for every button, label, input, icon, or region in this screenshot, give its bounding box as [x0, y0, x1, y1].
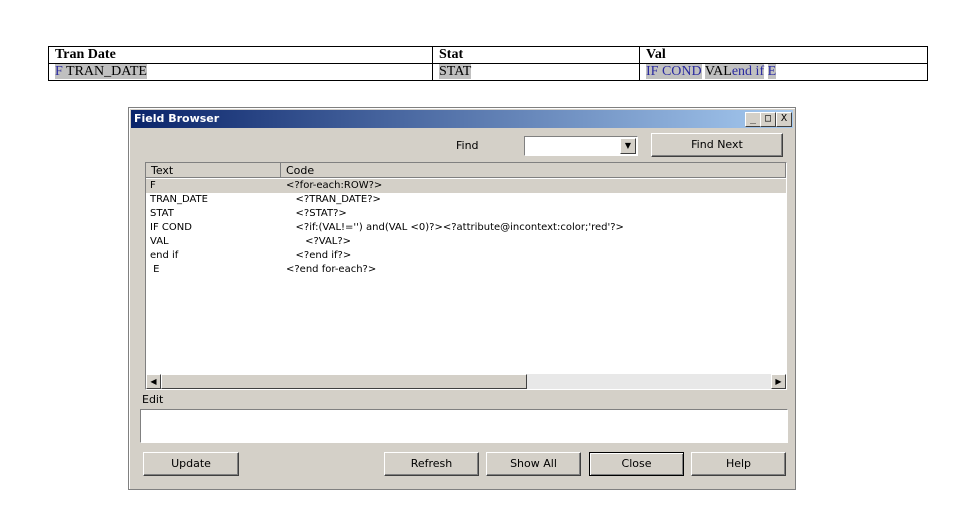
update-button[interactable]: Update — [143, 452, 239, 476]
dialog-title: Field Browser — [134, 112, 220, 125]
close-window-button[interactable]: X — [776, 112, 792, 127]
find-next-button[interactable]: Find Next — [651, 133, 783, 157]
chevron-down-icon[interactable]: ▼ — [620, 138, 636, 154]
list-item[interactable]: STAT <?STAT?> — [146, 207, 786, 221]
column-header-text[interactable]: Text — [146, 163, 281, 178]
scroll-right-icon[interactable]: ▶ — [771, 374, 786, 389]
field-browser-dialog: Field Browser _ □ X Find ▼ Find Next Tex… — [128, 107, 796, 490]
list-item[interactable]: E <?end for-each?> — [146, 263, 786, 277]
list-item[interactable]: F <?for-each:ROW?> — [146, 179, 786, 193]
list-item[interactable]: TRAN_DATE <?TRAN_DATE?> — [146, 193, 786, 207]
table-row: F TRAN_DATE STAT IF COND VALend if E — [48, 63, 928, 81]
list-item[interactable]: end if <?end if?> — [146, 249, 786, 263]
end-if-field[interactable]: end if — [731, 64, 765, 79]
row-code: <?STAT?> — [286, 208, 347, 219]
val-field[interactable]: VAL — [704, 64, 732, 79]
show-all-button[interactable]: Show All — [486, 452, 581, 476]
header-stat[interactable]: Stat — [432, 46, 640, 64]
row-code: <?end for-each?> — [286, 264, 377, 275]
stat-field[interactable]: STAT — [439, 64, 472, 79]
field-list[interactable]: Text Code F <?for-each:ROW?> TRAN_DATE <… — [145, 162, 787, 390]
horizontal-scrollbar[interactable]: ◀ ▶ — [146, 374, 786, 389]
for-each-field[interactable]: F — [55, 64, 63, 79]
row-text: STAT — [150, 208, 174, 219]
row-code: <?for-each:ROW?> — [286, 180, 383, 191]
list-item[interactable]: IF COND <?if:(VAL!='') and(VAL <0)?><?at… — [146, 221, 786, 235]
close-button[interactable]: Close — [589, 452, 684, 476]
row-text: E — [150, 264, 160, 275]
column-header-code[interactable]: Code — [281, 163, 786, 178]
if-cond-field[interactable]: IF COND — [646, 64, 702, 79]
refresh-button[interactable]: Refresh — [384, 452, 479, 476]
tran-date-field[interactable]: TRAN_DATE — [66, 64, 147, 79]
find-combobox[interactable]: ▼ — [524, 136, 638, 156]
list-item[interactable]: VAL <?VAL?> — [146, 235, 786, 249]
scroll-left-icon[interactable]: ◀ — [146, 374, 161, 389]
row-text: IF COND — [150, 222, 192, 233]
maximize-button[interactable]: □ — [760, 112, 776, 127]
scroll-thumb[interactable] — [161, 374, 527, 389]
cell-stat[interactable]: STAT — [432, 63, 640, 81]
edit-field[interactable] — [140, 409, 788, 443]
find-label: Find — [456, 139, 479, 152]
row-code: <?TRAN_DATE?> — [286, 194, 381, 205]
template-table: Tran Date Stat Val F TRAN_DATE STAT IF C… — [48, 46, 928, 81]
row-text: VAL — [150, 236, 169, 247]
row-code: <?if:(VAL!='') and(VAL <0)?><?attribute@… — [286, 222, 624, 233]
row-code: <?VAL?> — [286, 236, 352, 247]
row-code: <?end if?> — [286, 250, 352, 261]
cell-tran-date[interactable]: F TRAN_DATE — [48, 63, 433, 81]
row-text: F — [150, 180, 156, 191]
header-tran-date[interactable]: Tran Date — [48, 46, 433, 64]
end-for-each-field[interactable]: E — [767, 64, 777, 79]
row-text: end if — [150, 250, 179, 261]
minimize-button[interactable]: _ — [745, 112, 761, 127]
row-text: TRAN_DATE — [150, 194, 208, 205]
edit-label: Edit — [142, 393, 164, 406]
header-val[interactable]: Val — [639, 46, 928, 64]
table-header-row: Tran Date Stat Val — [48, 46, 928, 64]
help-button[interactable]: Help — [691, 452, 786, 476]
cell-val[interactable]: IF COND VALend if E — [639, 63, 928, 81]
title-bar[interactable]: Field Browser _ □ X — [131, 110, 793, 128]
